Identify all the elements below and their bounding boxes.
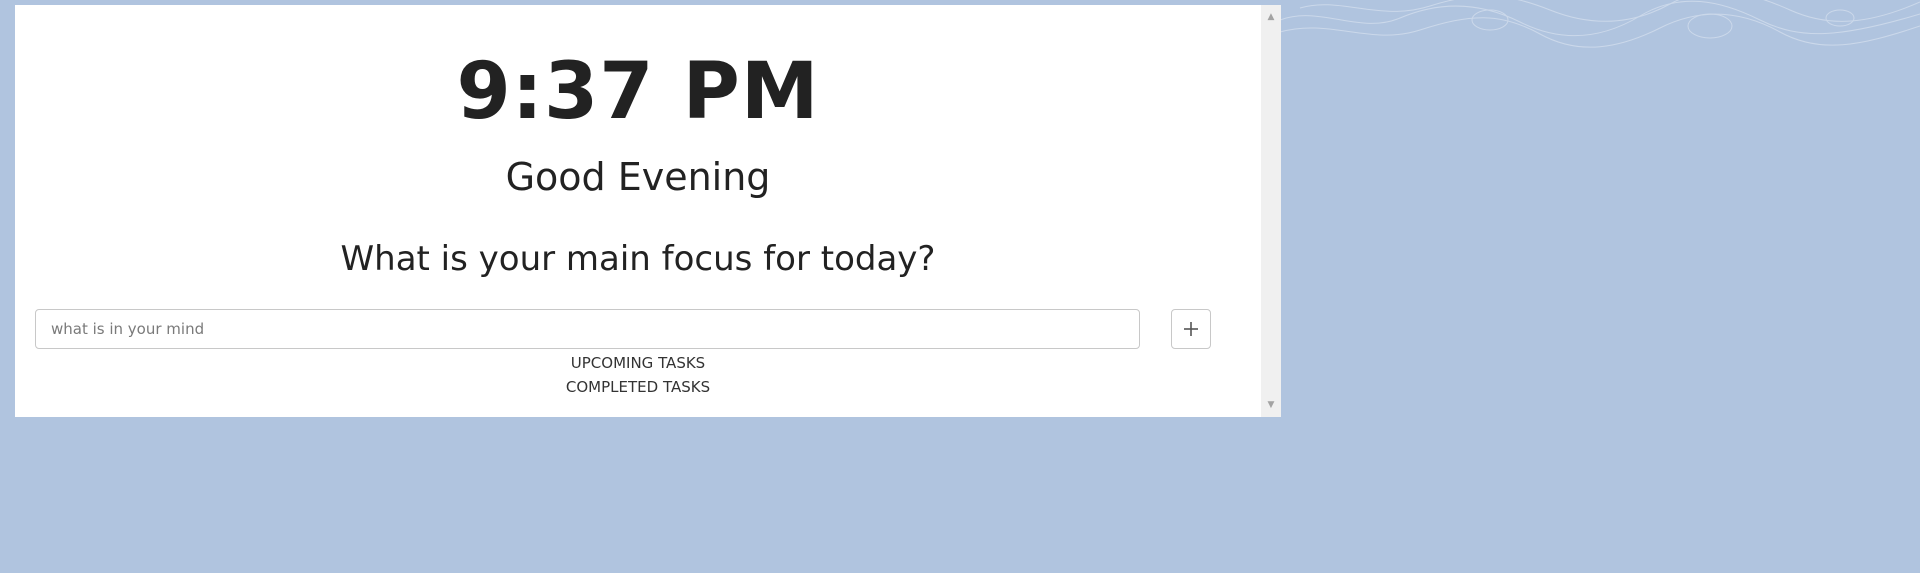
clock-time: 9:37 PM [456,47,820,137]
main-panel: 9:37 PM Good Evening What is your main f… [15,5,1281,417]
content-area: 9:37 PM Good Evening What is your main f… [15,5,1261,417]
focus-question: What is your main focus for today? [340,239,936,279]
background-pattern [1280,0,1920,48]
scroll-down-arrow-icon[interactable]: ▼ [1261,397,1281,413]
scroll-up-arrow-icon[interactable]: ▲ [1261,9,1281,25]
completed-tasks-toggle[interactable]: COMPLETED TASKS [15,377,1261,397]
upcoming-tasks-toggle[interactable]: UPCOMING TASKS [15,353,1261,373]
task-input[interactable] [35,309,1140,349]
plus-icon [1184,322,1198,336]
greeting-text: Good Evening [505,155,771,199]
add-task-button[interactable] [1171,309,1211,349]
vertical-scrollbar[interactable]: ▲ ▼ [1261,5,1281,417]
